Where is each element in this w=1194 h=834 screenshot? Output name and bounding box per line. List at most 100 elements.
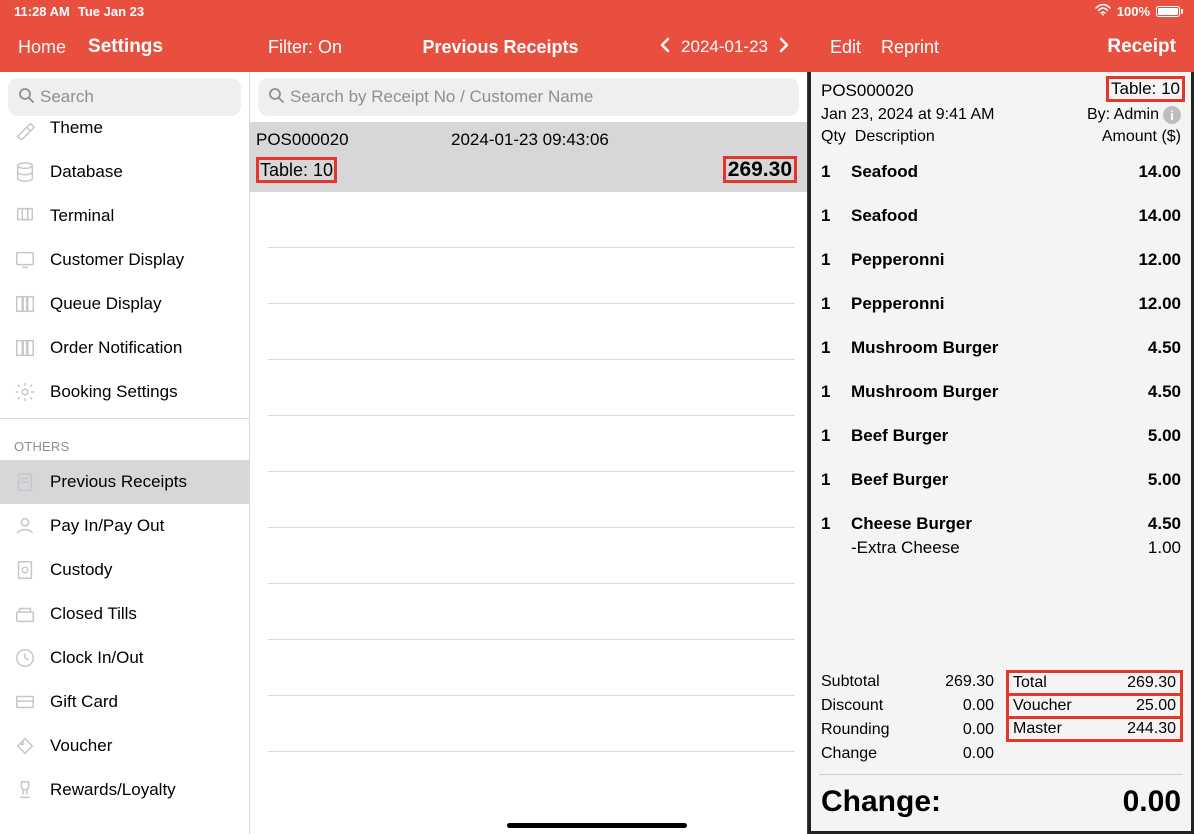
total-row: Discount0.00 <box>819 694 996 718</box>
receipt-line-item: -Extra Cheese 1.00 <box>821 538 1181 570</box>
item-desc: Beef Burger <box>851 470 1111 490</box>
item-amount: 5.00 <box>1111 470 1181 490</box>
receipt-detail-table: Table: 10 <box>1106 76 1185 102</box>
item-desc: -Extra Cheese <box>851 538 1111 558</box>
item-qty: 1 <box>821 514 851 534</box>
sidebar-item-label: Gift Card <box>50 692 118 712</box>
clock-in-out-icon <box>14 647 36 669</box>
total-row: Rounding0.00 <box>819 718 996 742</box>
toolbar: Home Settings Filter: On Previous Receip… <box>0 22 1194 72</box>
item-qty: 1 <box>821 250 851 270</box>
search-icon <box>268 87 284 108</box>
receipt-list-body <box>250 192 807 834</box>
receipt-detail-no: POS000020 <box>821 81 914 101</box>
customer-display-icon <box>14 249 36 271</box>
item-qty: 1 <box>821 294 851 314</box>
total-row: Change0.00 <box>819 742 996 766</box>
item-amount: 14.00 <box>1111 162 1181 182</box>
current-date[interactable]: 2024-01-23 <box>681 37 768 57</box>
item-desc: Seafood <box>851 162 1111 182</box>
page-title: Previous Receipts <box>422 37 578 58</box>
item-desc: Pepperonni <box>851 250 1111 270</box>
item-desc: Mushroom Burger <box>851 382 1111 402</box>
closed-tills-icon <box>14 603 36 625</box>
sidebar-item-gift-card[interactable]: Gift Card <box>0 680 249 724</box>
custody-icon <box>14 559 36 581</box>
reprint-button[interactable]: Reprint <box>881 37 939 58</box>
filter-toggle[interactable]: Filter: On <box>268 37 342 58</box>
home-button[interactable]: Home <box>18 37 66 58</box>
receipt-list: Search by Receipt No / Customer Name POS… <box>250 72 808 834</box>
receipt-line-item: 1 Beef Burger 5.00 <box>821 458 1181 502</box>
sidebar-item-rewards[interactable]: Rewards/Loyalty <box>0 768 249 812</box>
col-qty: Qty <box>821 128 846 145</box>
terminal-icon <box>14 205 36 227</box>
status-bar: 11:28 AM Tue Jan 23 100% <box>0 0 1194 22</box>
edit-button[interactable]: Edit <box>830 37 861 58</box>
receipt-line-item: 1 Pepperonni 12.00 <box>821 282 1181 326</box>
status-time: 11:28 AM <box>14 4 70 19</box>
item-amount: 5.00 <box>1111 426 1181 446</box>
item-qty: 1 <box>821 470 851 490</box>
info-icon[interactable]: i <box>1163 106 1181 124</box>
prev-date-button[interactable] <box>659 37 671 58</box>
battery-icon <box>1156 6 1180 17</box>
battery-percent: 100% <box>1117 4 1150 19</box>
sidebar-item-label: Pay In/Pay Out <box>50 516 164 536</box>
item-qty: 1 <box>821 162 851 182</box>
home-indicator <box>507 823 687 828</box>
item-amount: 1.00 <box>1111 538 1181 558</box>
item-desc: Seafood <box>851 206 1111 226</box>
sidebar-item-label: Order Notification <box>50 338 182 358</box>
receipt-line-item: 1 Pepperonni 12.00 <box>821 238 1181 282</box>
item-desc: Pepperonni <box>851 294 1111 314</box>
sidebar-section-others: OTHERS <box>0 419 249 460</box>
sidebar-item-database[interactable]: Database <box>0 150 249 194</box>
sidebar-item-closed-tills[interactable]: Closed Tills <box>0 592 249 636</box>
receipt-line-item: 1 Seafood 14.00 <box>821 194 1181 238</box>
receipt-row[interactable]: POS000020 2024-01-23 09:43:06 Table: 10 … <box>250 122 807 192</box>
rewards-icon <box>14 779 36 801</box>
sidebar-item-previous-receipts[interactable]: Previous Receipts <box>0 460 249 504</box>
sidebar-item-voucher[interactable]: Voucher <box>0 724 249 768</box>
sidebar-item-label: Booking Settings <box>50 382 178 402</box>
receipt-no: POS000020 <box>256 130 451 150</box>
status-date: Tue Jan 23 <box>78 4 144 19</box>
item-desc: Beef Burger <box>851 426 1111 446</box>
sidebar-item-label: Database <box>50 162 123 182</box>
sidebar-item-custody[interactable]: Custody <box>0 548 249 592</box>
receipt-search[interactable]: Search by Receipt No / Customer Name <box>258 78 799 116</box>
total-row: Subtotal269.30 <box>819 670 996 694</box>
search-icon <box>18 87 34 108</box>
sidebar-item-customer-display[interactable]: Customer Display <box>0 238 249 282</box>
item-qty: 1 <box>821 426 851 446</box>
sidebar-item-label: Voucher <box>50 736 112 756</box>
item-desc: Mushroom Burger <box>851 338 1111 358</box>
sidebar-item-clock-in-out[interactable]: Clock In/Out <box>0 636 249 680</box>
sidebar-item-label: Closed Tills <box>50 604 137 624</box>
theme-icon <box>14 118 36 140</box>
sidebar-item-queue-display[interactable]: Queue Display <box>0 282 249 326</box>
sidebar-item-label: Theme <box>50 118 103 138</box>
sidebar-item-order-notification[interactable]: Order Notification <box>0 326 249 370</box>
settings-title: Settings <box>88 36 163 58</box>
sidebar-item-booking-settings[interactable]: Booking Settings <box>0 370 249 414</box>
sidebar-search-placeholder: Search <box>40 87 94 107</box>
sidebar-search[interactable]: Search <box>8 78 241 116</box>
change-value: 0.00 <box>1123 785 1181 819</box>
next-date-button[interactable] <box>778 37 790 58</box>
receipt-detail-when: Jan 23, 2024 at 9:41 AM <box>821 106 994 124</box>
sidebar-item-label: Custody <box>50 560 112 580</box>
sidebar-item-terminal[interactable]: Terminal <box>0 194 249 238</box>
pay-in-out-icon <box>14 515 36 537</box>
item-amount: 14.00 <box>1111 206 1181 226</box>
sidebar-item-theme[interactable]: Theme <box>0 118 249 150</box>
receipt-amount: 269.30 <box>723 156 797 183</box>
booking-settings-icon <box>14 381 36 403</box>
col-amount: Amount ($) <box>1102 128 1181 146</box>
item-qty <box>821 538 851 558</box>
item-qty: 1 <box>821 382 851 402</box>
item-qty: 1 <box>821 206 851 226</box>
sidebar-item-pay-in-out[interactable]: Pay In/Pay Out <box>0 504 249 548</box>
receipt-search-placeholder: Search by Receipt No / Customer Name <box>290 87 593 107</box>
